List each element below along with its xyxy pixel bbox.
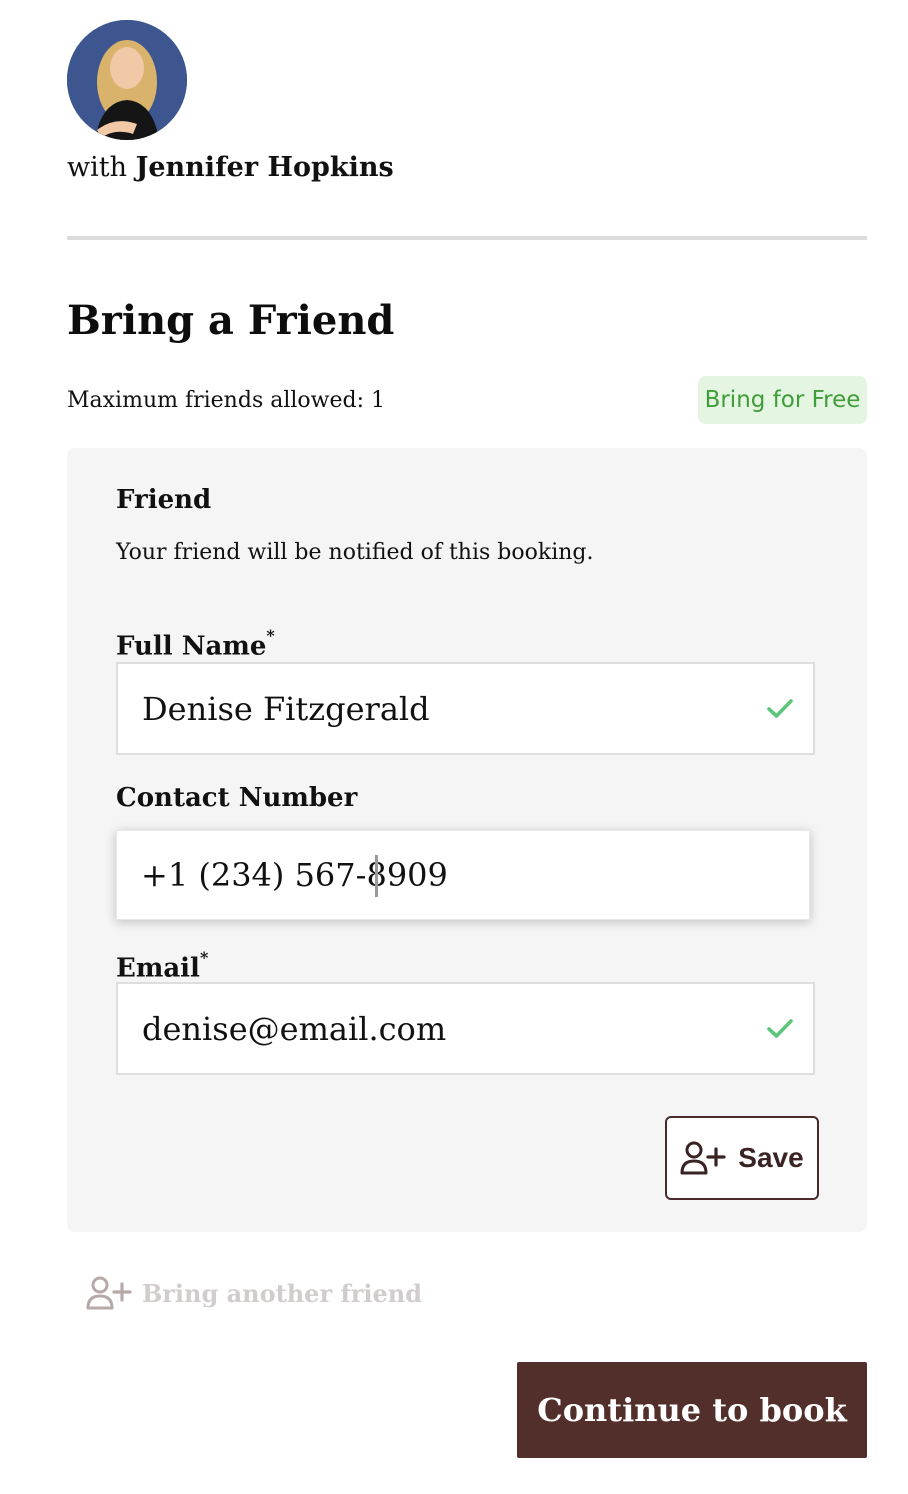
bring-another-friend-link[interactable]: Bring another friend bbox=[86, 1276, 422, 1310]
save-friend-button[interactable]: Save bbox=[665, 1116, 819, 1200]
add-user-icon bbox=[680, 1141, 726, 1175]
contact-number-input[interactable] bbox=[117, 831, 809, 919]
host-line: with Jennifer Hopkins bbox=[67, 150, 394, 186]
host-prefix: with bbox=[67, 152, 127, 183]
friend-card-description: Your friend will be notified of this boo… bbox=[116, 540, 594, 565]
email-label: Email* bbox=[116, 944, 208, 987]
save-button-label: Save bbox=[738, 1142, 804, 1173]
add-user-icon bbox=[86, 1276, 132, 1310]
full-name-label-text: Full Name bbox=[116, 631, 267, 662]
full-name-input[interactable] bbox=[118, 664, 813, 753]
email-field[interactable] bbox=[116, 982, 815, 1075]
contact-number-field[interactable] bbox=[116, 830, 810, 920]
full-name-label: Full Name* bbox=[116, 622, 275, 665]
max-friends-text: Maximum friends allowed: 1 bbox=[67, 388, 385, 413]
host-avatar bbox=[67, 20, 187, 140]
check-icon bbox=[767, 1019, 793, 1038]
check-icon bbox=[767, 699, 793, 718]
bring-another-friend-label: Bring another friend bbox=[142, 1278, 423, 1308]
host-name: Jennifer Hopkins bbox=[135, 152, 394, 183]
continue-to-book-button[interactable]: Continue to book bbox=[517, 1362, 867, 1458]
section-divider bbox=[67, 236, 867, 240]
contact-number-label-text: Contact Number bbox=[116, 783, 358, 813]
required-marker: * bbox=[266, 626, 275, 645]
contact-number-label: Contact Number bbox=[116, 780, 357, 816]
page-title: Bring a Friend bbox=[67, 297, 395, 344]
full-name-field[interactable] bbox=[116, 662, 815, 755]
text-caret bbox=[375, 855, 378, 897]
required-marker: * bbox=[199, 948, 209, 967]
email-input[interactable] bbox=[118, 984, 813, 1073]
bring-for-free-badge: Bring for Free bbox=[698, 376, 867, 424]
booking-page: with Jennifer Hopkins Bring a Friend Max… bbox=[0, 0, 908, 1494]
email-label-text: Email bbox=[116, 953, 200, 984]
friend-card-title: Friend bbox=[116, 485, 212, 515]
